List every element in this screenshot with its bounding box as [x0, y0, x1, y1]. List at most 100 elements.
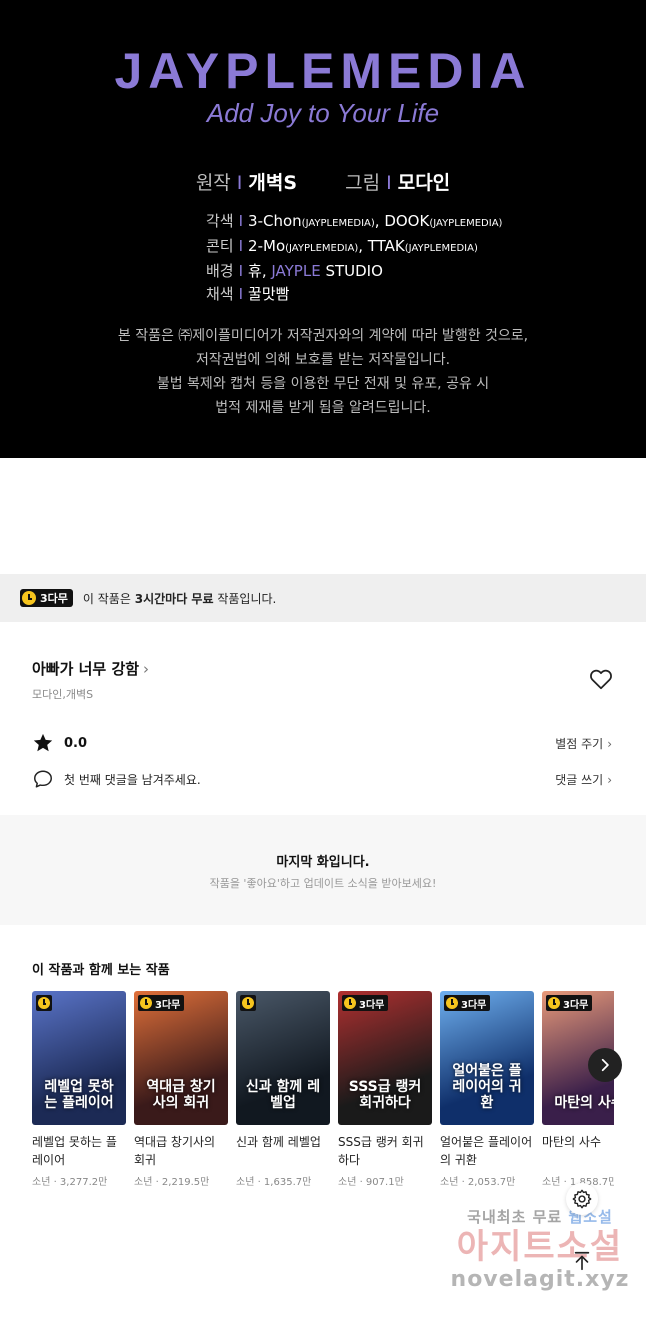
- staff-affiliation: (JAYPLEMEDIA): [285, 243, 359, 254]
- watermark-text: novelagit.xyz: [450, 1267, 630, 1292]
- credits-banner: JAYPLEMEDIA Add Joy to Your Life 원작 I 개벽S …: [0, 0, 646, 458]
- comment-prompt: 첫 번째 댓글을 남겨주세요.: [32, 768, 201, 790]
- card-title: 레벨업 못하는 플레이어: [32, 1135, 117, 1167]
- staff-role: 각색: [206, 212, 234, 230]
- rate-label: 별점 주기: [555, 737, 604, 751]
- carousel-next-button[interactable]: [588, 1048, 622, 1082]
- cover-thumbnail: 3다무얼어붙은 플레이어의 귀환: [440, 991, 534, 1125]
- watermark-text: 아지트소설: [456, 1227, 624, 1267]
- last-episode-subtitle: 작품을 '좋아요'하고 업데이트 소식을 받아보세요!: [209, 877, 437, 890]
- chevron-right-icon: ›: [607, 773, 612, 787]
- notice-line: 법적 제재를 받게 됨을 알려드립니다.: [215, 400, 431, 416]
- badge-label: 3다무: [40, 592, 68, 605]
- brand-logo: JAYPLEMEDIA: [114, 43, 532, 99]
- clock-icon: [140, 997, 152, 1009]
- recommendation-card[interactable]: 3다무 SSS급 랭커 회귀하다 SSS급 랭커 회귀하다소년 · 907.1만: [338, 991, 432, 1188]
- free-text: 이 작품은: [82, 591, 131, 606]
- cover-thumbnail: 3다무역대급 창기사의 회귀: [134, 991, 228, 1125]
- free-badge: [36, 995, 52, 1011]
- badge-label: 3다무: [563, 999, 589, 1011]
- series-title: 아빠가 너무 강함: [32, 660, 140, 678]
- cover-title-art: 마탄의 사수: [554, 1095, 614, 1111]
- watermark-text: 국내최초 무료: [467, 1208, 569, 1226]
- notice-line: 본 작품은 ㈜제이플미디어가 저작권자와의 계약에 따라 발행한 것으로,: [117, 328, 529, 344]
- rating-value: 0.0: [64, 735, 88, 751]
- separator: I: [236, 172, 243, 194]
- recommendations: 이 작품과 함께 보는 작품 레벨업 못하는 플레이어 레벨업 못하는 플레이어 소…: [0, 927, 646, 1207]
- heart-icon[interactable]: [588, 666, 614, 692]
- staff-value: STUDIO: [320, 262, 383, 280]
- rate-button[interactable]: 별점 주기 ›: [555, 735, 612, 752]
- clock-icon: [38, 997, 50, 1009]
- star-icon: [33, 733, 53, 752]
- clock-icon: [344, 997, 356, 1009]
- free-badge: [240, 995, 256, 1011]
- staff-line: 각색 I 3-Chon(JAYPLEMEDIA), DOOK(JAYPLEMEDIA…: [206, 212, 503, 230]
- staff-value: 휴,: [248, 262, 272, 280]
- separator: I: [386, 172, 392, 194]
- watermark: 국내최초 무료 웹소설 아지트소설 novelagit.xyz: [440, 1206, 640, 1292]
- clock-icon: [242, 997, 254, 1009]
- staff-value: , TTAK: [358, 237, 405, 255]
- card-meta: 소년 · 907.1만: [338, 1177, 404, 1188]
- free-text-bold: 3시간마다 무료: [134, 591, 214, 606]
- card-meta: 소년 · 2,219.5만: [134, 1177, 210, 1188]
- clock-icon: [22, 591, 36, 605]
- scroll-top-button[interactable]: [566, 1245, 598, 1277]
- original-name: 개벽S: [248, 172, 298, 194]
- art-role: 그림: [345, 172, 381, 194]
- title-link[interactable]: 아빠가 너무 강함 ›: [32, 658, 149, 679]
- last-episode-notice: 마지막 화입니다. 작품을 '좋아요'하고 업데이트 소식을 받아보세요!: [0, 815, 646, 925]
- recommendation-card[interactable]: 3다무마탄의 사수마탄의 사수소년 · 1,858.7만: [542, 991, 614, 1188]
- recommendation-card[interactable]: 3다무역대급 창기사의 회귀 역대급 창기사의 회귀소년 · 2,219.5만: [134, 991, 228, 1188]
- original-role: 원작: [195, 172, 231, 194]
- comment-prompt-text: 첫 번째 댓글을 남겨주세요.: [64, 772, 201, 787]
- staff-line: 콘티 I 2-Mo(JAYPLEMEDIA), TTAK(JAYPLEMEDIA): [206, 237, 478, 255]
- card-title: 신과 함께 레벨업: [236, 1135, 321, 1149]
- recommendation-card[interactable]: 레벨업 못하는 플레이어 레벨업 못하는 플레이어 소년 · 3,277.2만: [32, 991, 126, 1188]
- chevron-right-icon: [601, 1058, 609, 1072]
- card-meta: 소년 · 1,635.7만: [236, 1177, 312, 1188]
- comment-label: 댓글 쓰기: [555, 773, 604, 787]
- badge-label: 3다무: [155, 999, 181, 1011]
- recommendation-card[interactable]: 3다무 얼어붙은 플레이어의 귀환 얼어붙은 플레이어의 귀환 소년 · 2,053.…: [440, 991, 534, 1188]
- staff-line: 배경 I 휴, JAYPLE STUDIO: [206, 262, 383, 280]
- cover-title-art: 신과 함께 레벨업: [245, 1079, 321, 1111]
- card-title: SSS급 랭커 회귀하다: [338, 1135, 424, 1167]
- recommendation-card[interactable]: 신과 함께 레벨업 신과 함께 레벨업 소년 · 1,635.7만: [236, 991, 330, 1188]
- clock-icon: [548, 997, 560, 1009]
- staff-role: 배경: [206, 262, 234, 280]
- badge-label: 3다무: [359, 999, 385, 1011]
- card-title: 마탄의 사수: [542, 1135, 602, 1149]
- staff-role: 콘티: [206, 237, 234, 255]
- free-badge: 3다무: [342, 995, 389, 1011]
- recommendation-carousel: 레벨업 못하는 플레이어 레벨업 못하는 플레이어 소년 · 3,277.2만 3다무…: [32, 991, 614, 1191]
- copyright-notice: 본 작품은 ㈜제이플미디어가 저작권자와의 계약에 따라 발행한 것으로, 저작…: [0, 324, 646, 420]
- free-badge: 3다무: [444, 995, 491, 1011]
- staff-line: 채색 I 꿀맛빰: [206, 285, 290, 303]
- cover-thumbnail: 신과 함께 레벨업: [236, 991, 330, 1125]
- rating: 0.0: [32, 732, 87, 754]
- card-meta: 소년 · 2,053.7만: [440, 1177, 516, 1188]
- main-credits: 원작 I 개벽S 그림 I 모다인: [0, 168, 646, 195]
- last-episode-title: 마지막 화입니다.: [276, 855, 370, 870]
- cover-title-art: 역대급 창기사의 회귀: [146, 1079, 216, 1111]
- brand-tagline: Add Joy to Your Life: [206, 98, 440, 128]
- notice-line: 저작권법에 의해 보호를 받는 저작물입니다.: [195, 352, 451, 368]
- staff-credits: 각색 I 3-Chon(JAYPLEMEDIA), DOOK(JAYPLEMEDIA…: [206, 210, 502, 306]
- title-info: 아빠가 너무 강함 › 모다인,개벽S 0.0 별점 주기 › 첫 번째 댓글을 남…: [0, 622, 646, 812]
- cover-title-art: SSS급 랭커 회귀하다: [348, 1079, 422, 1111]
- card-title: 얼어붙은 플레이어의 귀환: [440, 1135, 533, 1167]
- write-comment-button[interactable]: 댓글 쓰기 ›: [555, 771, 612, 788]
- cover-title-art: 레벨업 못하는 플레이어: [44, 1079, 114, 1111]
- notice-line: 불법 복제와 캡처 등을 이용한 무단 전재 및 유포, 공유 시: [156, 376, 490, 392]
- cover-title-art: 얼어붙은 플레이어의 귀환: [452, 1063, 522, 1111]
- free-badge: 3다무: [20, 589, 73, 607]
- staff-affiliation: (JAYPLEMEDIA): [404, 243, 478, 254]
- chevron-right-icon: ›: [143, 660, 150, 678]
- settings-button[interactable]: [566, 1183, 598, 1215]
- staff-value: 꿀맛빰: [248, 285, 290, 303]
- cover-thumbnail: 3다무 SSS급 랭커 회귀하다: [338, 991, 432, 1125]
- staff-affiliation: (JAYPLEMEDIA): [301, 218, 375, 229]
- badge-label: 3다무: [461, 999, 487, 1011]
